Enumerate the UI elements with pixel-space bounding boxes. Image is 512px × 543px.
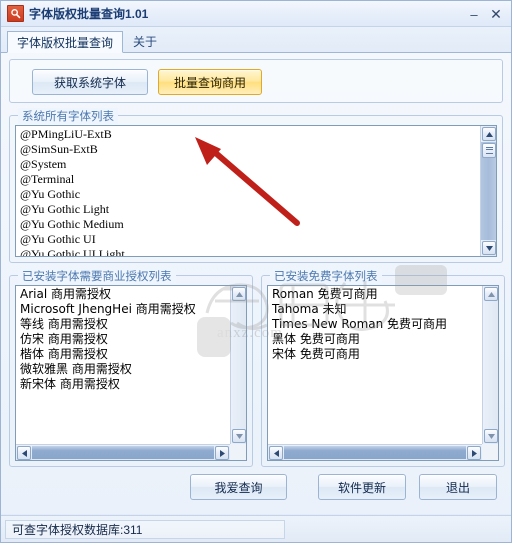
scroll-down-icon[interactable] xyxy=(484,429,498,443)
list-item[interactable]: Arial 商用需授权 xyxy=(18,287,230,302)
app-window: 字体版权批量查询1.01 – ✕ 字体版权批量查询 关于 获取系统字体 批量查询… xyxy=(0,0,512,543)
exit-button[interactable]: 退出 xyxy=(419,474,497,500)
list-item[interactable]: @System xyxy=(18,157,480,172)
list-item[interactable]: @Terminal xyxy=(18,172,480,187)
paid-fonts-group: 已安装字体需要商业授权列表 Arial 商用需授权 Microsoft Jhen… xyxy=(9,268,253,467)
scroll-right-icon[interactable] xyxy=(467,446,481,460)
scroll-left-icon[interactable] xyxy=(269,446,283,460)
close-button[interactable]: ✕ xyxy=(485,4,507,24)
list-item[interactable]: Tahoma 未知 xyxy=(270,302,482,317)
paid-fonts-listbox[interactable]: Arial 商用需授权 Microsoft JhengHei 商用需授权 等线 … xyxy=(15,285,247,461)
paid-fonts-horizontal-scrollbar[interactable] xyxy=(16,444,230,460)
paid-fonts-items: Arial 商用需授权 Microsoft JhengHei 商用需授权 等线 … xyxy=(16,286,230,444)
scroll-left-icon[interactable] xyxy=(17,446,31,460)
list-item[interactable]: @SimSun-ExtB xyxy=(18,142,480,157)
all-fonts-vertical-scrollbar[interactable] xyxy=(480,126,496,256)
list-item[interactable]: @Yu Gothic xyxy=(18,187,480,202)
software-update-button[interactable]: 软件更新 xyxy=(318,474,406,500)
list-item[interactable]: @PMingLiU-ExtB xyxy=(18,127,480,142)
scroll-down-icon[interactable] xyxy=(232,429,246,443)
scroll-right-icon[interactable] xyxy=(215,446,229,460)
fetch-system-fonts-button[interactable]: 获取系统字体 xyxy=(32,69,148,95)
batch-query-commercial-button[interactable]: 批量查询商用 xyxy=(158,69,262,95)
main-content: 获取系统字体 批量查询商用 系统所有字体列表 @PMingLiU-ExtB @S… xyxy=(1,53,511,514)
list-item[interactable]: @Yu Gothic UI Light xyxy=(18,247,480,256)
all-fonts-items: @PMingLiU-ExtB @SimSun-ExtB @System @Ter… xyxy=(16,126,480,256)
paid-fonts-caption: 已安装字体需要商业授权列表 xyxy=(18,268,176,284)
paid-fonts-vertical-scrollbar[interactable] xyxy=(230,286,246,444)
list-item[interactable]: 微软雅黑 商用需授权 xyxy=(18,362,230,377)
scrollbar-corner xyxy=(482,444,498,460)
free-fonts-items: Roman 免费可商用 Tahoma 未知 Times New Roman 免费… xyxy=(268,286,482,444)
scroll-thumb[interactable] xyxy=(482,143,496,158)
free-fonts-vertical-scrollbar[interactable] xyxy=(482,286,498,444)
list-item[interactable]: @Yu Gothic UI xyxy=(18,232,480,247)
free-fonts-caption: 已安装免费字体列表 xyxy=(270,268,382,284)
search-icon xyxy=(7,5,24,22)
minimize-button[interactable]: – xyxy=(463,4,485,24)
scroll-up-icon[interactable] xyxy=(482,127,496,141)
list-item[interactable]: 仿宋 商用需授权 xyxy=(18,332,230,347)
action-panel: 获取系统字体 批量查询商用 xyxy=(9,59,503,103)
list-item[interactable]: 楷体 商用需授权 xyxy=(18,347,230,362)
list-item[interactable]: 黑体 免费可商用 xyxy=(270,332,482,347)
list-item[interactable]: @Yu Gothic Light xyxy=(18,202,480,217)
free-fonts-group: 已安装免费字体列表 Roman 免费可商用 Tahoma 未知 Times Ne… xyxy=(261,268,505,467)
free-fonts-horizontal-scrollbar[interactable] xyxy=(268,444,482,460)
scroll-track[interactable] xyxy=(32,446,214,459)
list-item[interactable]: 宋体 免费可商用 xyxy=(270,347,482,362)
status-database-count: 可查字体授权数据库:311 xyxy=(5,519,285,539)
all-fonts-group: 系统所有字体列表 @PMingLiU-ExtB @SimSun-ExtB @Sy… xyxy=(9,108,503,263)
list-item[interactable]: Roman 免费可商用 xyxy=(270,287,482,302)
title-bar: 字体版权批量查询1.01 – ✕ xyxy=(1,1,511,27)
grip-icon xyxy=(485,147,493,154)
all-fonts-caption: 系统所有字体列表 xyxy=(18,108,118,124)
free-fonts-listbox[interactable]: Roman 免费可商用 Tahoma 未知 Times New Roman 免费… xyxy=(267,285,499,461)
list-item[interactable]: Times New Roman 免费可商用 xyxy=(270,317,482,332)
scrollbar-corner xyxy=(230,444,246,460)
scroll-up-icon[interactable] xyxy=(232,287,246,301)
love-query-button[interactable]: 我爱查询 xyxy=(190,474,287,500)
window-title: 字体版权批量查询1.01 xyxy=(29,7,149,21)
list-item[interactable]: @Yu Gothic Medium xyxy=(18,217,480,232)
scroll-track[interactable] xyxy=(284,446,466,459)
tab-font-query[interactable]: 字体版权批量查询 xyxy=(7,31,124,53)
tab-about[interactable]: 关于 xyxy=(123,30,167,52)
status-bar: 可查字体授权数据库:311 xyxy=(1,515,511,542)
all-fonts-listbox[interactable]: @PMingLiU-ExtB @SimSun-ExtB @System @Ter… xyxy=(15,125,497,257)
list-item[interactable]: 新宋体 商用需授权 xyxy=(18,377,230,392)
list-item[interactable]: 等线 商用需授权 xyxy=(18,317,230,332)
window-controls: – ✕ xyxy=(463,1,507,27)
tab-strip: 字体版权批量查询 关于 xyxy=(1,27,511,53)
scroll-down-icon[interactable] xyxy=(482,241,496,255)
scroll-up-icon[interactable] xyxy=(484,287,498,301)
list-item[interactable]: Microsoft JhengHei 商用需授权 xyxy=(18,302,230,317)
